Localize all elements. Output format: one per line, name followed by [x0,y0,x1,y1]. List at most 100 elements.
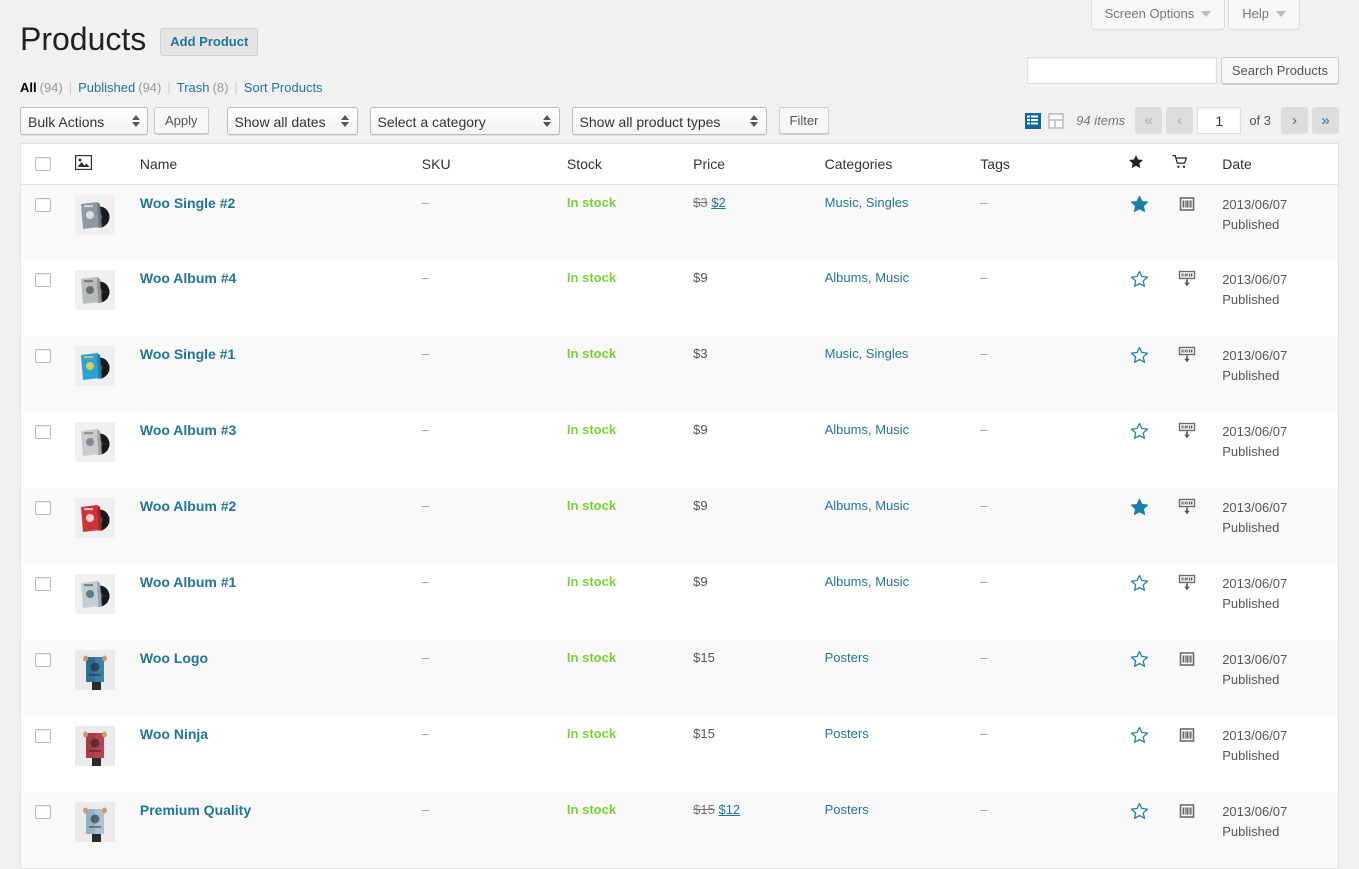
row-checkbox[interactable] [35,805,51,819]
regular-price: $15 [693,802,715,817]
featured-star-outline-icon[interactable] [1130,346,1149,365]
row-checkbox[interactable] [35,577,51,591]
category-select[interactable]: Select a category [370,107,560,135]
simple-product-icon[interactable] [1177,732,1197,747]
featured-star-outline-icon[interactable] [1130,270,1149,289]
list-view-icon[interactable] [1023,111,1043,131]
row-stock-cell: In stock [557,640,683,716]
filter-button[interactable]: Filter [779,107,830,134]
row-stock-cell: In stock [557,336,683,412]
prev-page-button[interactable]: ‹ [1166,107,1193,134]
product-name-link[interactable]: Woo Album #3 [140,422,236,438]
apply-button[interactable]: Apply [154,107,209,134]
simple-product-icon[interactable] [1177,808,1197,823]
status-filter-link[interactable]: Trash [177,75,210,101]
product-categories-link[interactable]: Albums, Music [825,574,910,589]
product-thumbnail[interactable] [75,574,115,614]
product-thumbnail[interactable] [75,422,115,462]
product-thumbnail[interactable] [75,195,115,235]
row-checkbox[interactable] [35,198,51,212]
featured-star-outline-icon[interactable] [1130,726,1149,745]
product-categories-link[interactable]: Music, Singles [825,346,909,361]
row-tags-cell: – [970,336,1117,412]
add-product-button[interactable]: Add Product [160,28,258,57]
stock-status: In stock [567,346,616,361]
search-input[interactable] [1027,57,1217,84]
row-date-cell: 2013/06/07Published [1212,412,1338,488]
simple-product-icon[interactable] [1177,656,1197,671]
featured-star-filled-icon[interactable] [1130,195,1149,214]
row-checkbox[interactable] [35,501,51,515]
row-thumbnail-cell [65,716,130,792]
row-product-type-cell [1162,184,1212,260]
downloadable-product-icon[interactable] [1177,580,1197,595]
product-categories-link[interactable]: Albums, Music [825,422,910,437]
product-name-link[interactable]: Woo Single #2 [140,195,235,211]
next-page-button[interactable]: › [1281,107,1308,134]
product-name-link[interactable]: Premium Quality [140,802,251,818]
dates-select[interactable]: Show all dates [227,107,358,135]
product-categories-link[interactable]: Albums, Music [825,270,910,285]
current-page-input[interactable] [1197,107,1241,134]
product-name-link[interactable]: Woo Single #1 [140,346,235,362]
row-checkbox[interactable] [35,425,51,439]
downloadable-product-icon[interactable] [1177,504,1197,519]
first-page-button[interactable]: « [1135,107,1162,134]
last-page-button[interactable]: » [1312,107,1339,134]
row-select-cell [21,640,65,716]
row-checkbox[interactable] [35,729,51,743]
row-price-cell: $3 [683,336,814,412]
product-thumbnail[interactable] [75,726,115,766]
row-categories-cell: Posters [815,716,971,792]
date-header[interactable]: Date [1212,143,1338,184]
product-sku: – [422,650,429,665]
separator: | [167,75,170,101]
price-header[interactable]: Price [683,143,814,184]
product-categories-link[interactable]: Posters [825,650,869,665]
product-categories-link[interactable]: Posters [825,726,869,741]
downloadable-product-icon[interactable] [1177,352,1197,367]
status-filter-link[interactable]: All [20,75,37,101]
featured-star-outline-icon[interactable] [1130,422,1149,441]
product-name-link[interactable]: Woo Album #4 [140,270,236,286]
product-thumbnail[interactable] [75,346,115,386]
product-name-link[interactable]: Woo Ninja [140,726,208,742]
featured-star-outline-icon[interactable] [1130,574,1149,593]
row-checkbox[interactable] [35,349,51,363]
status-filter-link[interactable]: Published [78,75,135,101]
product-type-select[interactable]: Show all product types [572,107,767,135]
featured-star-outline-icon[interactable] [1130,802,1149,821]
row-date-cell: 2013/06/07Published [1212,564,1338,640]
product-thumbnail[interactable] [75,802,115,842]
row-stock-cell: In stock [557,184,683,260]
search-products-button[interactable]: Search Products [1221,57,1339,84]
row-checkbox[interactable] [35,653,51,667]
bulk-actions-select[interactable]: Bulk ActionsEditMove to Trash [20,107,148,135]
select-all-checkbox[interactable] [35,157,51,171]
product-thumbnail[interactable] [75,498,115,538]
name-header[interactable]: Name [130,143,412,184]
product-name-link[interactable]: Woo Album #1 [140,574,236,590]
product-price: $9 [693,422,707,437]
status-filter-link[interactable]: Sort Products [244,75,323,101]
product-categories-link[interactable]: Posters [825,802,869,817]
downloadable-product-icon[interactable] [1177,428,1197,443]
product-thumbnail[interactable] [75,650,115,690]
downloadable-product-icon[interactable] [1177,276,1197,291]
featured-star-filled-icon[interactable] [1130,498,1149,517]
sku-header[interactable]: SKU [412,143,557,184]
product-sku: – [422,195,429,210]
product-tags: – [980,498,987,513]
product-date: 2013/06/07 [1222,728,1287,743]
excerpt-view-icon[interactable] [1046,111,1066,131]
product-categories-link[interactable]: Music, Singles [825,195,909,210]
featured-star-outline-icon[interactable] [1130,650,1149,669]
product-categories-link[interactable]: Albums, Music [825,498,910,513]
pagination: 94 items « ‹ of 3 › » [1023,107,1339,135]
product-thumbnail[interactable] [75,270,115,310]
simple-product-icon[interactable] [1177,201,1197,216]
product-name-link[interactable]: Woo Logo [140,650,208,666]
product-name-link[interactable]: Woo Album #2 [140,498,236,514]
view-switch [1023,111,1066,131]
row-checkbox[interactable] [35,273,51,287]
